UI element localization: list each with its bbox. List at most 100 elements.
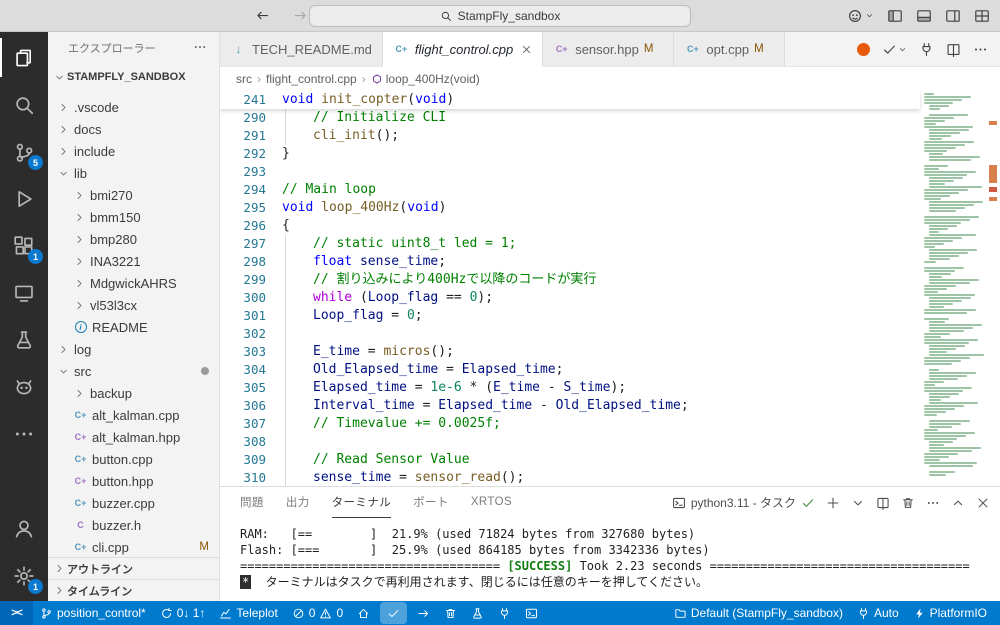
code-editor[interactable]: 241 void init_copter(void) 290 // Initiali…	[220, 91, 1000, 486]
titlebar-action-customize-layout[interactable]	[974, 8, 990, 24]
status-problems[interactable]: 00	[285, 601, 350, 625]
terminal-output[interactable]: RAM: [== ] 21.9% (used 71824 bytes from …	[220, 518, 1000, 601]
breadcrumb-item-src[interactable]: src	[236, 72, 252, 86]
tree-item-src[interactable]: src	[48, 360, 219, 382]
section-アウトライン[interactable]: アウトライン	[48, 557, 219, 579]
activity-bar-bottom: 1	[0, 505, 48, 601]
status-pio-serial-monitor[interactable]	[491, 601, 518, 625]
status-pio-test[interactable]	[464, 601, 491, 625]
panel-control-more-terminal-actions[interactable]	[926, 496, 940, 510]
tab-sensor.hpp[interactable]: C+ sensor.hpp M	[543, 32, 675, 66]
status-bar-right: Default (StampFly_sandbox) Auto PlatformIO	[667, 601, 1000, 625]
command-center-search[interactable]: StampFly_sandbox	[309, 4, 691, 27]
tree-item-backup[interactable]: backup	[48, 382, 219, 404]
panel-control-kill-terminal[interactable]	[901, 496, 915, 510]
tree-item-bmm150[interactable]: bmm150	[48, 206, 219, 228]
remote-indicator[interactable]: ><	[0, 601, 33, 625]
titlebar-action-toggle-secondary-sidebar[interactable]	[945, 8, 961, 24]
breadcrumb: src › flight_control.cpp › loop_400Hz(void)	[220, 67, 1000, 91]
tree-item-vl53l3cx[interactable]: vl53l3cx	[48, 294, 219, 316]
panel-control-terminal-picker[interactable]	[851, 496, 865, 510]
panel-tab-問題[interactable]: 問題	[240, 487, 264, 518]
terminal-task-item[interactable]: python3.11 - タスク	[672, 494, 815, 511]
panel-control-split-terminal[interactable]	[876, 496, 890, 510]
titlebar-action-toggle-panel[interactable]	[916, 8, 932, 24]
line-number: 302	[243, 326, 266, 341]
tab-opt.cpp[interactable]: C+ opt.cpp M	[674, 32, 785, 66]
workspace-section-header[interactable]: STAMPFLY_SANDBOX	[48, 64, 219, 90]
activity-item-platformio[interactable]	[0, 363, 48, 410]
close-tab-icon[interactable]	[521, 44, 532, 55]
tree-item-lib[interactable]: lib	[48, 162, 219, 184]
sidebar-more-actions[interactable]	[193, 40, 207, 57]
breadcrumb-item-flight_control.cpp[interactable]: flight_control.cpp	[266, 72, 357, 86]
terminal-task-label: python3.11 - タスク	[690, 496, 796, 510]
action-split-editor[interactable]	[946, 42, 961, 57]
tab-flight_control.cpp[interactable]: C+ flight_control.cpp	[382, 32, 544, 67]
tree-item-label: MdgwickAHRS	[90, 275, 177, 291]
status-pio-project-env[interactable]: Default (StampFly_sandbox)	[667, 601, 850, 625]
nav-back-button[interactable]	[252, 6, 272, 26]
activity-item-search[interactable]	[0, 81, 48, 128]
tree-item-buzzer.cpp[interactable]: C+ buzzer.cpp	[48, 492, 219, 514]
action-more-editor-actions[interactable]	[973, 42, 988, 57]
tree-item-MdgwickAHRS[interactable]: MdgwickAHRS	[48, 272, 219, 294]
status-pio-upload[interactable]	[410, 601, 437, 625]
tree-item-button.cpp[interactable]: C+ button.cpp	[48, 448, 219, 470]
tree-item-bmi270[interactable]: bmi270	[48, 184, 219, 206]
status-sync-changes[interactable]: 0↓ 1↑	[153, 601, 213, 625]
panel-control-new-terminal[interactable]	[826, 496, 840, 510]
activity-item-explorer[interactable]	[0, 34, 48, 81]
cpp-file-icon: C+	[687, 44, 699, 54]
activity-item-additional-views[interactable]	[0, 410, 48, 457]
action-run-build-task[interactable]	[882, 42, 907, 57]
tab-TECH_README.md[interactable]: ↓ TECH_README.md	[220, 32, 383, 66]
panel-tab-出力[interactable]: 出力	[286, 487, 310, 518]
activity-item-accounts[interactable]	[0, 505, 48, 552]
panel-control-maximize-panel[interactable]	[951, 496, 965, 510]
search-icon	[440, 10, 452, 22]
status-pio-build[interactable]	[380, 602, 408, 624]
status-platformio-ide[interactable]: PlatformIO	[906, 601, 994, 625]
chevron-right-icon	[72, 190, 87, 201]
activity-item-remote-explorer[interactable]	[0, 269, 48, 316]
section-タイムライン[interactable]: タイムライン	[48, 579, 219, 601]
activity-item-settings[interactable]: 1	[0, 552, 48, 599]
tree-item-include[interactable]: include	[48, 140, 219, 162]
tree-item-README[interactable]: i README	[48, 316, 219, 338]
tree-item-bmp280[interactable]: bmp280	[48, 228, 219, 250]
breadcrumb-item-loop_400Hz(void)[interactable]: loop_400Hz(void)	[371, 72, 480, 86]
tree-item-button.hpp[interactable]: C+ button.hpp	[48, 470, 219, 492]
chevron-right-icon	[72, 256, 87, 267]
tree-item-cli.cpp[interactable]: C+ cli.cpp M	[48, 536, 219, 557]
titlebar-action-copilot-menu[interactable]	[847, 8, 874, 24]
activity-item-run-and-debug[interactable]	[0, 175, 48, 222]
action-pio-upload[interactable]	[919, 42, 934, 57]
status-git-branch[interactable]: position_control*	[33, 601, 153, 625]
activity-item-testing[interactable]	[0, 316, 48, 363]
activity-item-extensions[interactable]: 1	[0, 222, 48, 269]
tree-item-alt_kalman.cpp[interactable]: C+ alt_kalman.cpp	[48, 404, 219, 426]
nav-forward-button[interactable]	[290, 6, 310, 26]
tree-item-.vscode[interactable]: .vscode	[48, 96, 219, 118]
panel-tab-XRTOS[interactable]: XRTOS	[471, 487, 512, 518]
titlebar-action-toggle-primary-sidebar[interactable]	[887, 8, 903, 24]
status-teleplot[interactable]: Teleplot	[212, 601, 284, 625]
activity-item-source-control[interactable]: 5	[0, 128, 48, 175]
status-pio-serial-port[interactable]: Auto	[850, 601, 906, 625]
bottom-panel: 問題 出力 ターミナル ポート XRTOS python3.11 - タスク RAM: …	[220, 486, 1000, 601]
action-platformio-task-indicator[interactable]	[857, 42, 870, 56]
panel-control-close-panel[interactable]	[976, 496, 990, 510]
minimap[interactable]	[922, 91, 986, 486]
panel-tab-ポート[interactable]: ポート	[413, 487, 449, 518]
line-number: 297	[243, 236, 266, 251]
status-pio-home[interactable]	[350, 601, 377, 625]
panel-tab-ターミナル[interactable]: ターミナル	[331, 487, 392, 518]
tree-item-alt_kalman.hpp[interactable]: C+ alt_kalman.hpp	[48, 426, 219, 448]
tree-item-docs[interactable]: docs	[48, 118, 219, 140]
status-pio-new-terminal[interactable]	[518, 601, 545, 625]
status-pio-clean[interactable]	[437, 601, 464, 625]
tree-item-INA3221[interactable]: INA3221	[48, 250, 219, 272]
tree-item-log[interactable]: log	[48, 338, 219, 360]
tree-item-buzzer.h[interactable]: Cbuzzer.h	[48, 514, 219, 536]
